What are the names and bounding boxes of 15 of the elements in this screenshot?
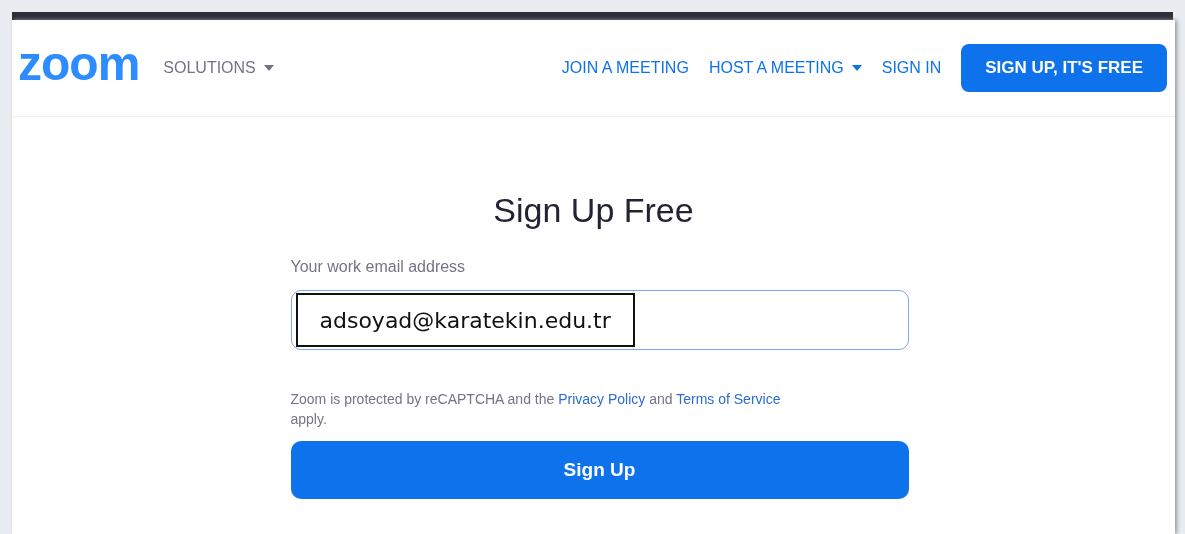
nav-link[interactable]: SIGN IN <box>881 59 942 77</box>
caret-icon <box>263 65 274 71</box>
sign-up-button[interactable]: Sign Up <box>290 441 909 500</box>
recaptcha-notice: Zoom is protected by reCAPTCHA and the Privacy Policy and Terms of Service apply. <box>290 390 782 429</box>
caret-icon <box>851 65 862 71</box>
policy-link[interactable]: Privacy Policy <box>558 391 646 407</box>
nav-link[interactable]: HOST A MEETING <box>708 59 862 77</box>
zoom-logo[interactable]: zoom <box>18 35 140 91</box>
field-label: Your work email address <box>290 258 467 276</box>
email-field[interactable]: adsoyad@karatekin.edu.tr <box>290 290 909 350</box>
nav-link[interactable]: JOIN A MEETING <box>561 59 689 77</box>
page-title: Sign Up Free <box>493 191 694 230</box>
policy-link[interactable]: Terms of Service <box>676 391 781 407</box>
sign-up-button[interactable]: SIGN UP, IT'S FREE <box>961 44 1167 92</box>
nav-menu[interactable]: SOLUTIONS <box>163 59 274 77</box>
